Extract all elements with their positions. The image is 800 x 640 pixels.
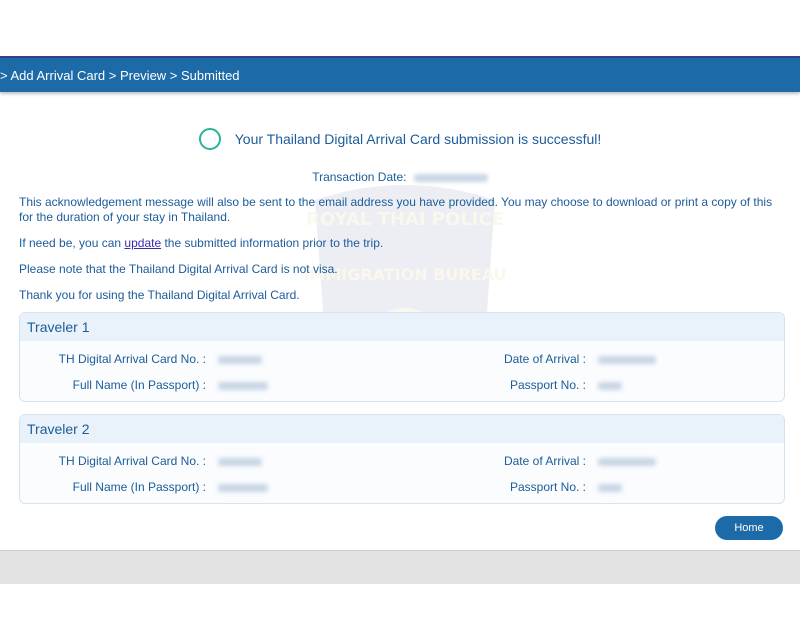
footer-band bbox=[0, 550, 800, 584]
transaction-date-value-redacted bbox=[413, 173, 488, 182]
full-name-label: Full Name (In Passport) : bbox=[72, 480, 206, 494]
card-no-label: TH Digital Arrival Card No. : bbox=[58, 454, 206, 468]
traveler-card-2: Traveler 2 TH Digital Arrival Card No. :… bbox=[19, 414, 785, 504]
transaction-date: Transaction Date: bbox=[0, 170, 800, 184]
update-link[interactable]: update bbox=[124, 236, 161, 250]
arrival-date-label: Date of Arrival : bbox=[503, 352, 586, 366]
breadcrumb-text: > Add Arrival Card > Preview > Submitted bbox=[0, 67, 240, 83]
arrival-date-label: Date of Arrival : bbox=[503, 454, 586, 468]
thanks-note: Thank you for using the Thailand Digital… bbox=[19, 288, 300, 302]
card-no-label: TH Digital Arrival Card No. : bbox=[58, 352, 206, 366]
update-note: If need be, you can update the submitted… bbox=[19, 236, 789, 251]
update-prefix: If need be, you can bbox=[19, 236, 125, 250]
traveler-title: Traveler 2 bbox=[20, 415, 784, 443]
card-no-value-redacted bbox=[218, 356, 262, 364]
passport-no-label: Passport No. : bbox=[509, 480, 586, 494]
acknowledgement-text: This acknowledgement message will also b… bbox=[19, 195, 773, 224]
traveler-card-1: Traveler 1 TH Digital Arrival Card No. :… bbox=[19, 312, 785, 402]
success-check-icon bbox=[198, 128, 221, 150]
arrival-date-value-redacted bbox=[598, 356, 656, 364]
passport-no-value-redacted bbox=[598, 382, 622, 390]
passport-no-value-redacted bbox=[598, 484, 622, 492]
update-suffix: the submitted information prior to the t… bbox=[161, 236, 384, 250]
transaction-date-label: Transaction Date: bbox=[312, 170, 407, 184]
full-name-value-redacted bbox=[218, 382, 268, 390]
success-message: Your Thailand Digital Arrival Card submi… bbox=[234, 131, 602, 147]
passport-no-label: Passport No. : bbox=[509, 378, 586, 392]
full-name-value-redacted bbox=[218, 484, 268, 492]
traveler-title: Traveler 1 bbox=[20, 313, 784, 341]
arrival-date-value-redacted bbox=[598, 458, 656, 466]
not-visa-note: Please note that the Thailand Digital Ar… bbox=[19, 262, 338, 276]
success-banner: Your Thailand Digital Arrival Card submi… bbox=[0, 128, 800, 150]
full-name-label: Full Name (In Passport) : bbox=[72, 378, 206, 392]
home-button[interactable]: Home bbox=[715, 516, 783, 540]
breadcrumb: > Add Arrival Card > Preview > Submitted bbox=[0, 58, 800, 92]
card-no-value-redacted bbox=[218, 458, 262, 466]
